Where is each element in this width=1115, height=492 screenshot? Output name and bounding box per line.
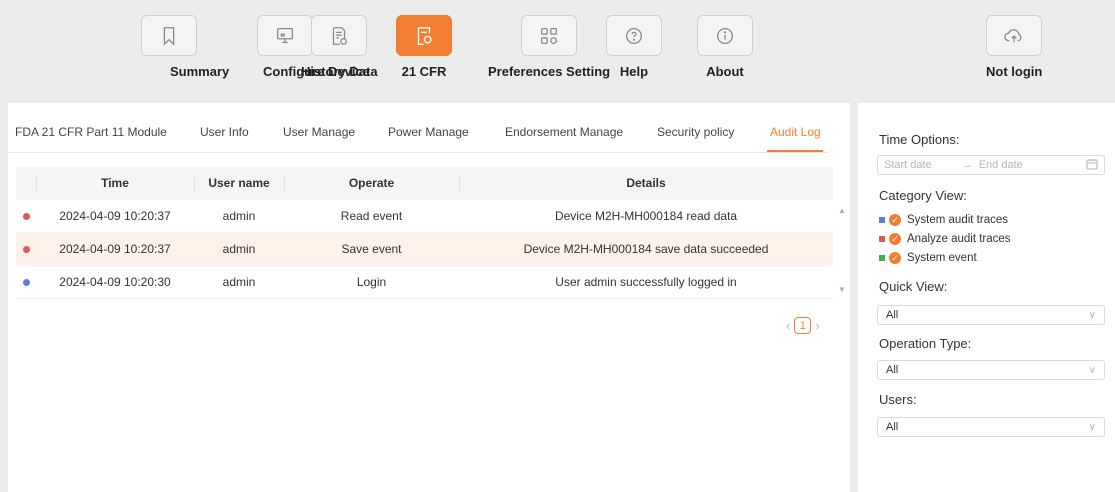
tab-user-info[interactable]: User Info bbox=[200, 125, 249, 139]
chevron-down-icon: ∨ bbox=[1088, 364, 1096, 376]
module-tabs: FDA 21 CFR Part 11 Module User Info User… bbox=[8, 103, 828, 153]
time-options-label: Time Options: bbox=[879, 132, 960, 147]
table-header: Time User name Operate Details bbox=[16, 167, 833, 200]
date-range-picker[interactable]: Start date → End date bbox=[877, 155, 1105, 175]
category-analyze-audit-traces[interactable]: ✓ Analyze audit traces bbox=[879, 233, 1011, 245]
table-row[interactable]: 2024-04-09 10:20:37 admin Read event Dev… bbox=[16, 200, 833, 233]
toolbar-help-label: Help bbox=[619, 64, 649, 79]
quick-view-label: Quick View: bbox=[879, 279, 948, 294]
arrow-right-icon: → bbox=[961, 159, 973, 171]
operation-type-select[interactable]: All ∨ bbox=[877, 360, 1105, 380]
header-user-name: User name bbox=[194, 167, 284, 200]
toolbar-preferences-setting-label: Preferences Setting bbox=[488, 64, 611, 79]
header-details: Details bbox=[459, 167, 833, 200]
toolbar-history-data[interactable]: History Data bbox=[301, 15, 378, 79]
bookmark-icon bbox=[140, 15, 197, 56]
header-operate: Operate bbox=[284, 167, 459, 200]
operation-type-value: All bbox=[886, 364, 899, 376]
toolbar-about[interactable]: About bbox=[697, 15, 753, 79]
start-date-input[interactable]: Start date bbox=[884, 159, 932, 171]
tab-endorsement-manage[interactable]: Endorsement Manage bbox=[505, 125, 623, 139]
category-label: Analyze audit traces bbox=[907, 233, 1011, 245]
cfr-doc-icon bbox=[396, 15, 452, 56]
toolbar-preferences-setting[interactable]: Preferences Setting bbox=[488, 15, 610, 79]
color-swatch bbox=[879, 217, 885, 223]
main-toolbar: Summary Configure Device History Data 21… bbox=[0, 0, 1115, 96]
table-row[interactable]: 2024-04-09 10:20:30 admin Login User adm… bbox=[16, 266, 833, 299]
category-label: System audit traces bbox=[907, 214, 1008, 226]
operation-type-label: Operation Type: bbox=[879, 336, 972, 351]
info-icon bbox=[697, 15, 753, 56]
checkbox-checked-icon[interactable]: ✓ bbox=[889, 252, 901, 264]
toolbar-help[interactable]: Help bbox=[606, 15, 662, 79]
row-operate: Read event bbox=[340, 209, 403, 223]
checkbox-checked-icon[interactable]: ✓ bbox=[889, 233, 901, 245]
header-time: Time bbox=[36, 167, 194, 200]
login-button[interactable]: Not login bbox=[986, 15, 1042, 79]
category-view-label: Category View: bbox=[879, 188, 967, 203]
calendar-icon[interactable] bbox=[1086, 158, 1098, 173]
pagination: ‹ 1 › bbox=[786, 317, 820, 334]
checkbox-checked-icon[interactable]: ✓ bbox=[889, 214, 901, 226]
tab-power-manage[interactable]: Power Manage bbox=[388, 125, 469, 139]
tab-user-manage[interactable]: User Manage bbox=[283, 125, 355, 139]
end-date-input[interactable]: End date bbox=[979, 159, 1023, 171]
audit-log-table: Time User name Operate Details 2024-04-0… bbox=[16, 167, 833, 299]
scroll-up-arrow-icon[interactable]: ▲ bbox=[838, 206, 846, 215]
users-value: All bbox=[886, 421, 899, 433]
row-user: admin bbox=[222, 209, 256, 223]
chevron-down-icon: ∨ bbox=[1088, 309, 1096, 321]
row-user: admin bbox=[222, 275, 256, 289]
next-page-icon[interactable]: › bbox=[815, 318, 819, 333]
category-system-event[interactable]: ✓ System event bbox=[879, 252, 977, 264]
prev-page-icon[interactable]: ‹ bbox=[786, 318, 790, 333]
row-time: 2024-04-09 10:20:37 bbox=[59, 242, 171, 256]
status-dot bbox=[22, 278, 30, 286]
row-user: admin bbox=[222, 242, 256, 256]
toolbar-history-data-label: History Data bbox=[301, 64, 378, 79]
tab-security-policy[interactable]: Security policy bbox=[657, 125, 734, 139]
users-label: Users: bbox=[879, 392, 917, 407]
scroll-down-arrow-icon[interactable]: ▼ bbox=[838, 285, 846, 294]
row-details: User admin successfully logged in bbox=[555, 275, 737, 289]
row-details: Device M2H-MH000184 read data bbox=[554, 209, 738, 223]
toolbar-21-cfr[interactable]: 21 CFR bbox=[396, 15, 452, 79]
row-details: Device M2H-MH000184 save data succeeded bbox=[523, 242, 769, 256]
row-operate: Save event bbox=[341, 242, 402, 256]
page-number-button[interactable]: 1 bbox=[794, 317, 812, 334]
status-dot bbox=[22, 245, 30, 253]
row-time: 2024-04-09 10:20:37 bbox=[59, 209, 171, 223]
audit-log-panel: FDA 21 CFR Part 11 Module User Info User… bbox=[8, 103, 850, 492]
question-icon bbox=[606, 15, 662, 56]
filter-panel: Time Options: Start date → End date Cate… bbox=[858, 103, 1115, 492]
status-dot bbox=[22, 212, 30, 220]
color-swatch bbox=[879, 255, 885, 261]
cloud-upload-icon bbox=[986, 15, 1043, 56]
tab-fda-21-cfr-module[interactable]: FDA 21 CFR Part 11 Module bbox=[15, 125, 167, 139]
category-system-audit-traces[interactable]: ✓ System audit traces bbox=[879, 214, 1008, 226]
tab-audit-log[interactable]: Audit Log bbox=[770, 125, 821, 139]
row-time: 2024-04-09 10:20:30 bbox=[59, 275, 171, 289]
category-label: System event bbox=[907, 252, 977, 264]
quick-view-value: All bbox=[886, 309, 899, 321]
toolbar-about-label: About bbox=[706, 64, 744, 79]
grid-icon bbox=[521, 15, 578, 56]
toolbar-21-cfr-label: 21 CFR bbox=[401, 64, 447, 79]
active-tab-indicator bbox=[767, 150, 823, 152]
table-row[interactable]: 2024-04-09 10:20:37 admin Save event Dev… bbox=[16, 233, 833, 266]
quick-view-select[interactable]: All ∨ bbox=[877, 305, 1105, 325]
row-operate: Login bbox=[356, 275, 387, 289]
users-select[interactable]: All ∨ bbox=[877, 417, 1105, 437]
color-swatch bbox=[879, 236, 885, 242]
login-label: Not login bbox=[986, 64, 1043, 79]
chevron-down-icon: ∨ bbox=[1088, 421, 1096, 433]
history-doc-icon bbox=[311, 15, 368, 56]
